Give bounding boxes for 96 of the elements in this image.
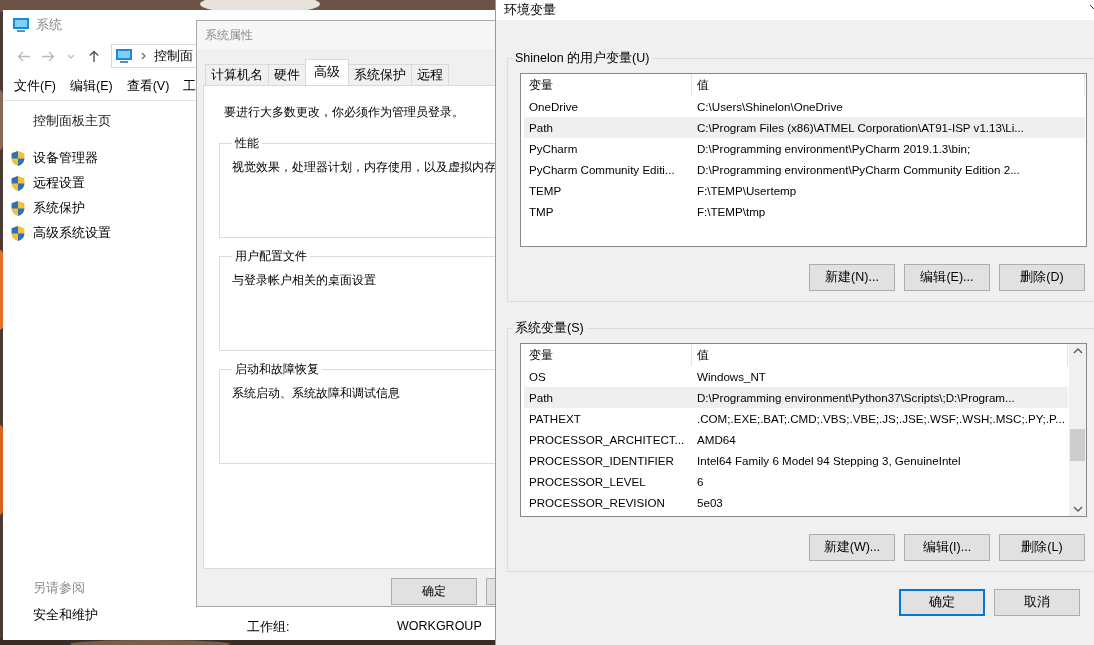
shield-icon [10, 200, 26, 217]
group-title: 启动和故障恢复 [234, 361, 320, 378]
back-arrow-icon[interactable] [17, 49, 31, 63]
variable-name: PATHEXT [528, 412, 582, 425]
column-header[interactable]: 变量 [524, 74, 692, 96]
variable-name: Path [528, 391, 554, 404]
variable-name: Path [528, 121, 554, 134]
scroll-down-icon[interactable] [1072, 506, 1083, 512]
variable-value: Intel64 Family 6 Model 94 Stepping 3, GenuineIntel [696, 454, 962, 467]
menu-item[interactable]: 工 [183, 77, 197, 95]
table-row[interactable]: Path C:\Program Files (x86)\ATMEL Corporation\AT91-ISP v1.13\Li... [524, 117, 1085, 138]
variable-value: D:\Programming environment\Python37\Scripts\;D:\Program... [696, 391, 1016, 404]
dialog-button[interactable]: 新建(W)... [809, 534, 895, 561]
table-row[interactable]: OneDrive C:\Users\Shinelon\OneDrive [524, 96, 1085, 117]
table-row[interactable]: PyCharm D:\Programming environment\PyCharm 2019.1.3\bin; [524, 138, 1085, 159]
chevron-icon [141, 52, 146, 60]
variable-value: 5e03 [696, 496, 724, 509]
tab[interactable]: 计算机名 [205, 64, 269, 85]
table-row[interactable]: TEMP F:\TEMP\Usertemp [524, 180, 1085, 201]
field-label: 工作组: [247, 619, 291, 636]
dialog-button[interactable]: 编辑(E)... [904, 264, 990, 291]
table-row[interactable]: PROCESSOR_LEVEL 6 [524, 471, 1068, 492]
sidebar-link[interactable]: 系统保护 [33, 200, 85, 217]
variable-value: C:\Program Files (x86)\ATMEL Corporation\AT91-ISP v1.13\Li... [696, 121, 1025, 134]
variable-name: PROCESSOR_ARCHITECT... [528, 433, 686, 446]
sidebar-link[interactable]: 高级系统设置 [33, 225, 111, 242]
dialog-button[interactable]: 编辑(I)... [904, 534, 990, 561]
tab[interactable]: 远程 [411, 64, 449, 85]
variable-name: OS [528, 370, 547, 383]
group-title: 用户配置文件 [234, 248, 308, 265]
shield-icon [10, 150, 26, 167]
group-title: Shinelon 的用户变量(U) [514, 50, 651, 67]
caret-icon[interactable] [67, 53, 75, 59]
group-title: 系统变量(S) [514, 320, 585, 337]
dialog-button[interactable]: 新建(N)... [809, 264, 895, 291]
shield-icon [10, 175, 26, 192]
monitor-icon [12, 17, 30, 33]
field-value: WORKGROUP [397, 619, 482, 635]
sidebar-link[interactable]: 远程设置 [33, 175, 85, 192]
column-header[interactable]: 变量 [524, 344, 692, 366]
address-text: 控制面 [154, 47, 193, 65]
dialog-button[interactable]: 取消 [994, 589, 1080, 616]
table-row[interactable]: PROCESSOR_IDENTIFIER Intel64 Family 6 Model 94 Stepping 3, GenuineIntel [524, 450, 1068, 471]
variable-value: F:\TEMP\Usertemp [696, 184, 798, 197]
table-row[interactable]: OS Windows_NT [524, 366, 1068, 387]
notice-text: 要进行大多数更改，你必须作为管理员登录。 [224, 104, 465, 121]
scrollbar[interactable] [1069, 344, 1086, 516]
table-row[interactable]: PROCESSOR_ARCHITECT... AMD64 [524, 429, 1068, 450]
up-arrow-icon[interactable] [87, 49, 101, 63]
group-description: 与登录帐户相关的桌面设置 [232, 274, 376, 286]
menu-item[interactable]: 编辑(E) [69, 77, 113, 95]
table-row[interactable]: PyCharm Community Editi... D:\Programming environment\PyCharm Community Edition 2... [524, 159, 1085, 180]
sidebar-link[interactable]: 安全和维护 [3, 607, 193, 624]
table-row[interactable]: Path D:\Programming environment\Python37\Scripts\;D:\Program... [524, 387, 1068, 408]
variable-name: TEMP [528, 184, 563, 197]
tab[interactable]: 高级 [305, 59, 349, 85]
dialog-button[interactable]: 确定 [899, 589, 985, 616]
window-title: 系统属性 [205, 26, 253, 44]
table-row[interactable]: TMP F:\TEMP\tmp [524, 201, 1085, 222]
dialog-button[interactable]: 删除(L) [999, 534, 1085, 561]
window-title: 环境变量 [504, 1, 556, 19]
table-row[interactable]: PROCESSOR_REVISION 5e03 [524, 492, 1068, 513]
variable-name: OneDrive [528, 100, 579, 113]
menu-item[interactable]: 查看(V) [126, 77, 170, 95]
variable-name: PROCESSOR_REVISION [528, 496, 666, 509]
sidebar-link[interactable]: 设备管理器 [33, 150, 98, 167]
section-heading: 另请参阅 [32, 580, 86, 597]
table-row[interactable]: PATHEXT .COM;.EXE;.BAT;.CMD;.VBS;.VBE;.JS;.JSE;.WSF;.WSH;.MSC;.PY;.P... [524, 408, 1068, 429]
scroll-thumb[interactable] [1070, 429, 1085, 461]
column-header[interactable]: 值 [692, 74, 1085, 96]
variable-name: PROCESSOR_LEVEL [528, 475, 647, 488]
group-description: 系统启动、系统故障和调试信息 [232, 387, 400, 399]
variable-value: 6 [696, 475, 705, 488]
variable-name: PyCharm [528, 142, 579, 155]
shield-icon [10, 225, 26, 242]
variable-value: AMD64 [696, 433, 737, 446]
variable-value: .COM;.EXE;.BAT;.CMD;.VBS;.VBE;.JS;.JSE;.WSF;.WSH;.MSC;.PY;.P... [696, 412, 1066, 425]
group-title: 性能 [234, 135, 260, 152]
variable-value: Windows_NT [696, 370, 767, 383]
group-description: 视觉效果，处理器计划，内存使用，以及虚拟内存 [232, 161, 496, 173]
dialog-button[interactable]: 删除(D) [999, 264, 1085, 291]
variable-name: PyCharm Community Editi... [528, 163, 676, 176]
sidebar-link[interactable]: 控制面板主页 [3, 113, 193, 130]
variable-name: PROCESSOR_IDENTIFIER [528, 454, 675, 467]
monitor-icon [115, 48, 133, 64]
variable-value: C:\Users\Shinelon\OneDrive [696, 100, 844, 113]
window-title: 系统 [36, 16, 62, 34]
dialog-button[interactable]: 确定 [391, 578, 477, 605]
column-header[interactable]: 值 [692, 344, 1068, 366]
menu-item[interactable]: 文件(F) [14, 77, 56, 95]
variable-value: D:\Programming environment\PyCharm 2019.1.3\bin; [696, 142, 972, 155]
forward-arrow-icon[interactable] [41, 49, 55, 63]
variable-value: F:\TEMP\tmp [696, 205, 767, 218]
variable-name: TMP [528, 205, 555, 218]
scroll-up-icon[interactable] [1072, 348, 1083, 354]
variable-value: D:\Programming environment\PyCharm Community Edition 2... [696, 163, 1021, 176]
